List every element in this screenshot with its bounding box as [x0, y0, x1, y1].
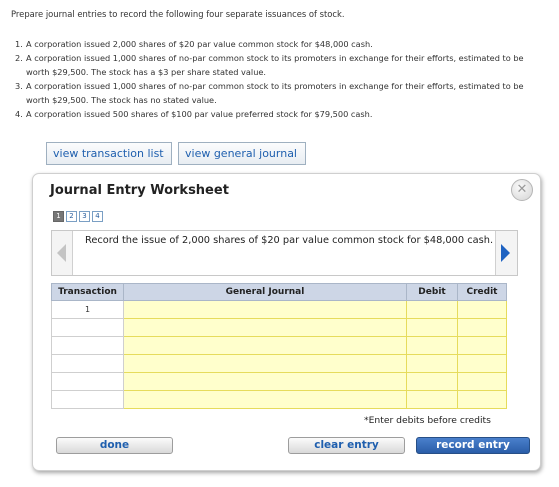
table-row	[51, 390, 507, 409]
transaction-cell	[51, 372, 124, 391]
problem-list: 1. A corporation issued 2,000 shares of $…	[15, 38, 545, 121]
table-header-row: Transaction General Journal Debit Credit	[51, 283, 507, 301]
credit-input[interactable]	[457, 354, 507, 373]
problem-text: A corporation issued 1,000 shares of no-…	[26, 52, 524, 77]
list-item: 1. A corporation issued 2,000 shares of $…	[15, 38, 545, 52]
next-arrow-icon[interactable]	[501, 244, 510, 262]
debit-input[interactable]	[406, 336, 458, 355]
account-input[interactable]	[123, 336, 407, 355]
problem-text: A corporation issued 500 shares of $100 …	[26, 108, 373, 119]
list-item: 2. A corporation issued 1,000 shares of n…	[15, 52, 545, 80]
worksheet-title: Journal Entry Worksheet	[50, 183, 229, 198]
credit-input[interactable]	[457, 390, 507, 409]
debit-credit-note: *Enter debits before credits	[364, 415, 491, 426]
view-general-journal-button[interactable]: view general journal	[178, 142, 306, 165]
account-input[interactable]	[123, 354, 407, 373]
transaction-cell	[51, 318, 124, 337]
account-input[interactable]	[123, 390, 407, 409]
credit-header: Credit	[457, 283, 507, 301]
debit-input[interactable]	[406, 300, 458, 319]
transaction-cell	[51, 390, 124, 409]
debit-header: Debit	[406, 283, 458, 301]
debit-input[interactable]	[406, 372, 458, 391]
problem-text: A corporation issued 1,000 shares of no-…	[26, 80, 524, 105]
problem-number: 1.	[15, 39, 23, 49]
table-row: 1	[51, 300, 507, 319]
page-4-tab[interactable]: 4	[92, 211, 103, 222]
problem-number: 4.	[15, 108, 23, 119]
credit-input[interactable]	[457, 336, 507, 355]
journal-entry-worksheet: Journal Entry Worksheet ✕ 1 2 3 4 Record…	[32, 173, 541, 471]
instructions-text: Prepare journal entries to record the fo…	[11, 9, 345, 19]
page-selector: 1 2 3 4	[53, 211, 103, 222]
table-row	[51, 318, 507, 337]
credit-input[interactable]	[457, 300, 507, 319]
table-row	[51, 354, 507, 373]
debit-input[interactable]	[406, 354, 458, 373]
journal-table: Transaction General Journal Debit Credit…	[51, 283, 507, 409]
transaction-cell	[51, 354, 124, 373]
page-2-tab[interactable]: 2	[66, 211, 77, 222]
account-input[interactable]	[123, 318, 407, 337]
credit-input[interactable]	[457, 372, 507, 391]
list-item: 3. A corporation issued 1,000 shares of n…	[15, 80, 545, 108]
problem-number: 3.	[15, 80, 23, 91]
general-journal-header: General Journal	[123, 283, 407, 301]
entry-description: Record the issue of 2,000 shares of $20 …	[72, 231, 496, 275]
transaction-cell: 1	[51, 300, 124, 319]
table-row	[51, 336, 507, 355]
debit-input[interactable]	[406, 390, 458, 409]
account-input[interactable]	[123, 300, 407, 319]
problem-number: 2.	[15, 52, 23, 63]
credit-input[interactable]	[457, 318, 507, 337]
transaction-cell	[51, 336, 124, 355]
page-3-tab[interactable]: 3	[79, 211, 90, 222]
account-input[interactable]	[123, 372, 407, 391]
debit-input[interactable]	[406, 318, 458, 337]
list-item: 4. A corporation issued 500 shares of $10…	[15, 108, 545, 122]
transaction-header: Transaction	[51, 283, 124, 301]
previous-arrow-icon[interactable]	[57, 244, 66, 262]
clear-entry-button[interactable]: clear entry	[288, 437, 405, 454]
entry-description-box: Record the issue of 2,000 shares of $20 …	[51, 230, 518, 276]
problem-text: A corporation issued 2,000 shares of $20…	[26, 39, 373, 49]
done-button[interactable]: done	[56, 437, 173, 454]
page-1-tab[interactable]: 1	[53, 211, 64, 222]
close-icon[interactable]: ✕	[511, 179, 533, 201]
record-entry-button[interactable]: record entry	[416, 437, 530, 454]
table-row	[51, 372, 507, 391]
view-transaction-list-button[interactable]: view transaction list	[46, 142, 172, 165]
